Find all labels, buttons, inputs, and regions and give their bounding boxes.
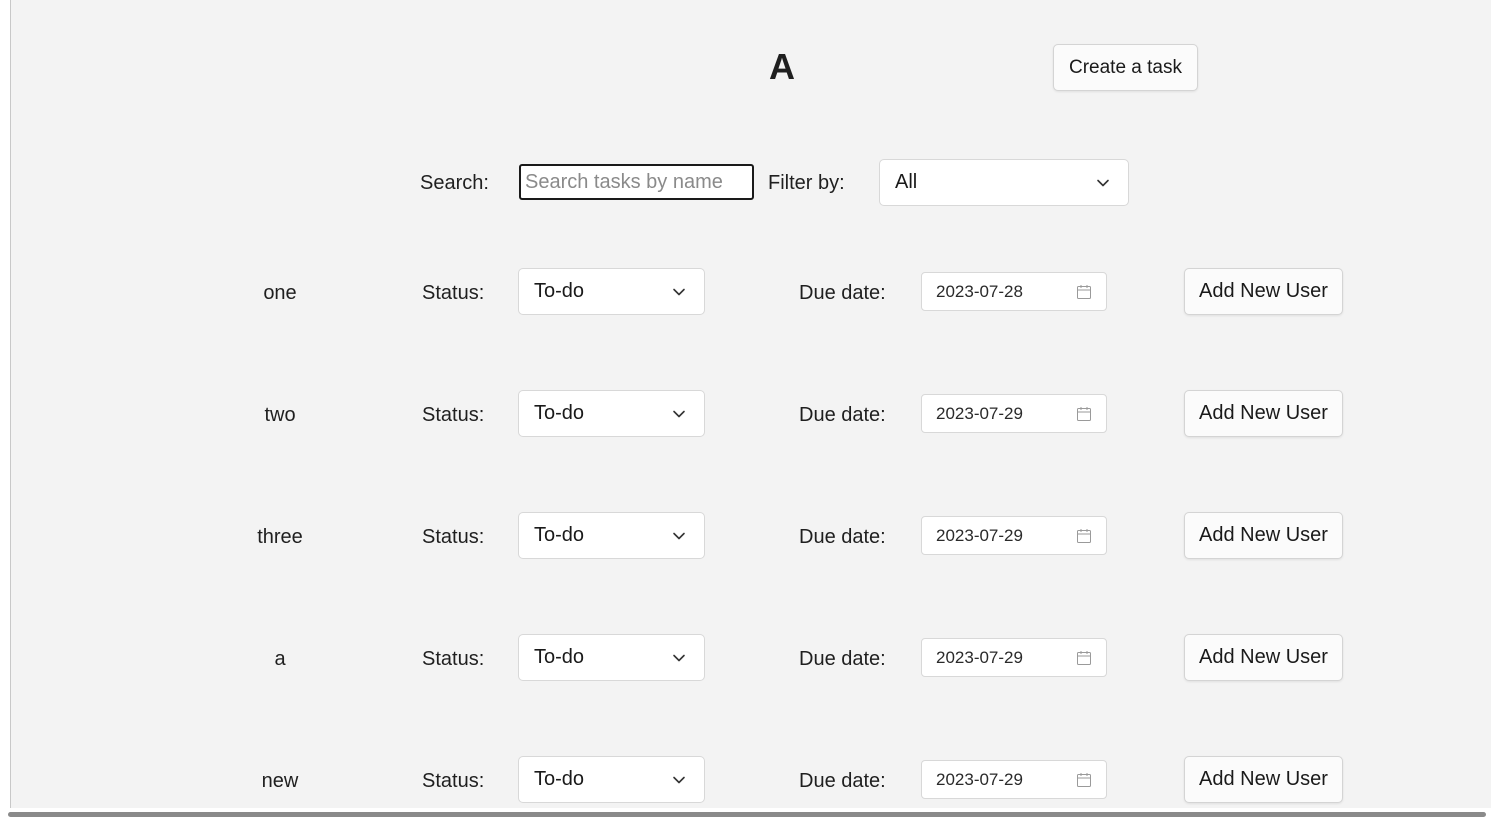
chevron-down-icon bbox=[673, 532, 685, 539]
due-date-input[interactable]: 2023-07-28 bbox=[921, 272, 1107, 311]
status-select[interactable]: To-do bbox=[518, 390, 705, 437]
add-new-user-button[interactable]: Add New User bbox=[1184, 634, 1343, 681]
filter-label: Filter by: bbox=[768, 172, 845, 194]
due-date-label: Due date: bbox=[799, 404, 886, 426]
search-input[interactable] bbox=[519, 164, 754, 200]
chevron-down-icon bbox=[673, 288, 685, 295]
scrollbar-thumb[interactable] bbox=[8, 812, 1486, 817]
task-name: a bbox=[274, 648, 286, 670]
task-name: one bbox=[263, 282, 297, 304]
status-select[interactable]: To-do bbox=[518, 634, 705, 681]
chevron-down-icon bbox=[1097, 179, 1109, 186]
add-new-user-button[interactable]: Add New User bbox=[1184, 512, 1343, 559]
app-window: A Create a task Search: Filter by: All o… bbox=[10, 0, 1491, 808]
calendar-icon[interactable] bbox=[1076, 284, 1092, 300]
status-select-value: To-do bbox=[534, 768, 585, 790]
status-label: Status: bbox=[422, 282, 485, 304]
status-select[interactable]: To-do bbox=[518, 756, 705, 803]
calendar-icon[interactable] bbox=[1076, 772, 1092, 788]
status-label: Status: bbox=[422, 526, 485, 548]
due-date-value: 2023-07-29 bbox=[936, 525, 1023, 545]
status-select-value: To-do bbox=[534, 402, 585, 424]
chevron-down-icon bbox=[673, 654, 685, 661]
status-select[interactable]: To-do bbox=[518, 512, 705, 559]
page-title: A bbox=[769, 46, 795, 87]
due-date-value: 2023-07-29 bbox=[936, 769, 1023, 789]
due-date-label: Due date: bbox=[799, 526, 886, 548]
add-new-user-button[interactable]: Add New User bbox=[1184, 390, 1343, 437]
horizontal-scrollbar[interactable] bbox=[0, 808, 1491, 817]
due-date-value: 2023-07-28 bbox=[936, 281, 1023, 301]
calendar-icon[interactable] bbox=[1076, 528, 1092, 544]
due-date-value: 2023-07-29 bbox=[936, 647, 1023, 667]
task-name: two bbox=[264, 404, 296, 426]
due-date-input[interactable]: 2023-07-29 bbox=[921, 638, 1107, 677]
search-label: Search: bbox=[420, 172, 489, 194]
due-date-label: Due date: bbox=[799, 282, 886, 304]
filter-select-value: All bbox=[895, 171, 918, 193]
chevron-down-icon bbox=[673, 776, 685, 783]
due-date-input[interactable]: 2023-07-29 bbox=[921, 516, 1107, 555]
add-new-user-button[interactable]: Add New User bbox=[1184, 756, 1343, 803]
status-label: Status: bbox=[422, 648, 485, 670]
status-label: Status: bbox=[422, 770, 485, 792]
due-date-input[interactable]: 2023-07-29 bbox=[921, 394, 1107, 433]
calendar-icon[interactable] bbox=[1076, 406, 1092, 422]
status-select-value: To-do bbox=[534, 280, 585, 302]
create-task-button[interactable]: Create a task bbox=[1053, 44, 1198, 91]
add-new-user-button[interactable]: Add New User bbox=[1184, 268, 1343, 315]
status-select-value: To-do bbox=[534, 646, 585, 668]
status-select-value: To-do bbox=[534, 524, 585, 546]
due-date-input[interactable]: 2023-07-29 bbox=[921, 760, 1107, 799]
status-select[interactable]: To-do bbox=[518, 268, 705, 315]
due-date-label: Due date: bbox=[799, 648, 886, 670]
due-date-label: Due date: bbox=[799, 770, 886, 792]
chevron-down-icon bbox=[673, 410, 685, 417]
calendar-icon[interactable] bbox=[1076, 650, 1092, 666]
due-date-value: 2023-07-29 bbox=[936, 403, 1023, 423]
filter-select[interactable]: All bbox=[879, 159, 1129, 206]
status-label: Status: bbox=[422, 404, 485, 426]
task-name: three bbox=[257, 526, 303, 548]
task-name: new bbox=[261, 770, 299, 792]
